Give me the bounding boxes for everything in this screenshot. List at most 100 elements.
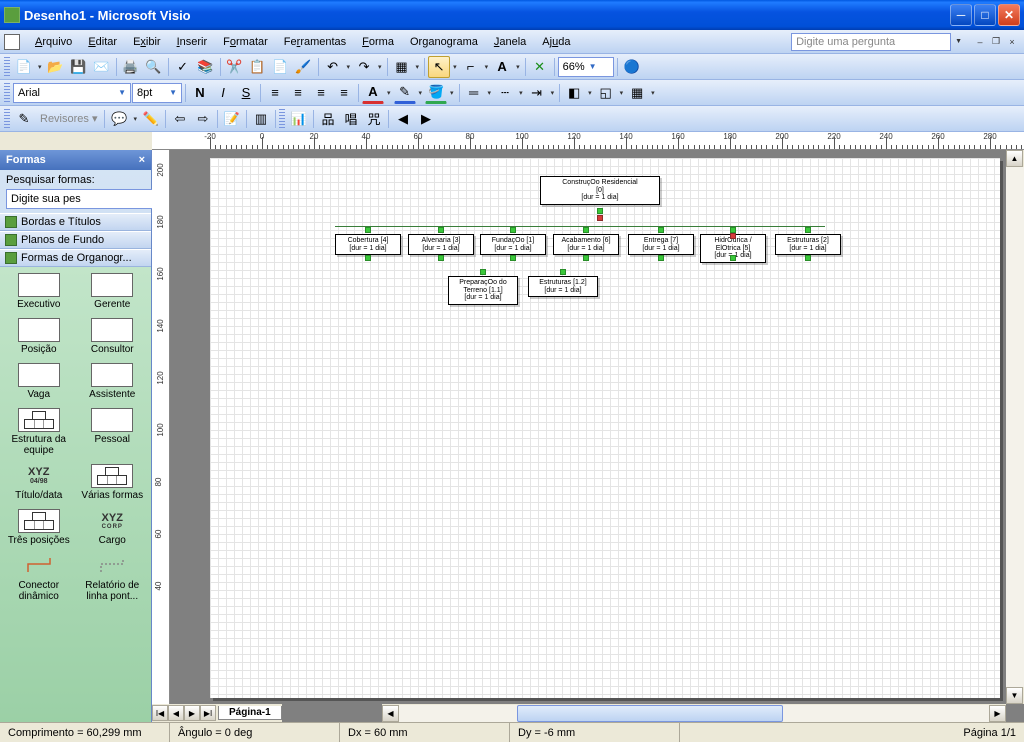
connection-handle[interactable] [583,255,589,261]
mdi-minimize-button[interactable]: – [972,35,988,49]
format-painter-button[interactable]: 🖌️ [293,56,315,78]
shape-master-vaga[interactable]: Vaga [4,363,74,400]
reviewing-pane-button[interactable]: ▥ [250,108,272,130]
line-ends-button[interactable]: ⇥ [526,82,548,104]
toolbar-grip[interactable] [4,57,10,77]
minimize-button[interactable]: ─ [950,4,972,26]
shape-master-consultor[interactable]: Consultor [78,318,148,355]
org-sidebyside-button[interactable]: 咒 [363,108,385,130]
org-shape[interactable]: Estruturas [1.2][dur = 1 dia] [528,276,598,297]
menu-arquivo[interactable]: Arquivo [28,33,79,51]
relayout-button[interactable]: 📊 [288,108,310,130]
stencil-organograma[interactable]: Formas de Organogr... [0,249,151,267]
spelling-button[interactable]: ✓ [172,56,194,78]
shape-master-conector-din-mico[interactable]: Conector dinâmico [4,554,74,602]
connection-handle[interactable] [365,227,371,233]
toolbar-grip[interactable] [4,83,10,103]
org-shape[interactable]: Cobertura [4][dur = 1 dia] [335,234,401,255]
page-tab-1[interactable]: Página-1 [218,706,282,720]
scroll-right-button[interactable]: ▶ [989,705,1006,722]
reviewers-dropdown[interactable]: Revisores ▾ [36,112,101,125]
connector-tool-button[interactable]: ⌐ [460,56,482,78]
align-left-button[interactable]: ≡ [264,82,286,104]
stencil-bordas[interactable]: Bordas e Títulos [0,213,151,231]
align-right-button[interactable]: ≡ [310,82,332,104]
shape-master-v-rias-formas[interactable]: Várias formas [78,464,148,501]
ink-tool-button[interactable]: ✏️ [140,108,162,130]
mdi-restore-button[interactable]: ❐ [988,35,1004,49]
menu-formatar[interactable]: Formatar [216,33,275,51]
new-comment-button[interactable]: 💬 [108,108,130,130]
connection-handle[interactable] [438,255,444,261]
paste-button[interactable]: 📄 [270,56,292,78]
copy-button[interactable]: 📋 [247,56,269,78]
align-justify-button[interactable]: ≡ [333,82,355,104]
next-page-button[interactable]: ▶ [184,705,200,721]
print-button[interactable]: 🖨️ [120,56,142,78]
shadow-button[interactable]: ◧ [563,82,585,104]
connection-handle[interactable] [730,227,736,233]
pointer-tool-button[interactable]: ↖ [428,56,450,78]
shape-master-pessoal[interactable]: Pessoal [78,408,148,456]
shape-master-cargo[interactable]: XYZCORPCargo [78,509,148,546]
email-button[interactable]: ✉️ [91,56,113,78]
new-button[interactable]: 📄 [13,56,35,78]
horizontal-scrollbar[interactable]: ◀ ▶ [382,704,1006,722]
scroll-up-button[interactable]: ▲ [1006,150,1023,167]
org-shape[interactable]: Estruturas [2][dur = 1 dia] [775,234,841,255]
shape-master-relat-rio-de-linha-pont-[interactable]: Relatório de linha pont... [78,554,148,602]
stencil-planos[interactable]: Planos de Fundo [0,231,151,249]
connection-handle[interactable] [510,255,516,261]
underline-button[interactable]: S [235,82,257,104]
transparency-button[interactable]: ▦ [626,82,648,104]
font-size-combo[interactable]: 8pt▼ [132,83,182,103]
menu-ajuda[interactable]: Ajuda [535,33,577,51]
print-preview-button[interactable]: 🔍 [143,56,165,78]
shape-master-gerente[interactable]: Gerente [78,273,148,310]
shape-master-t-tulo-data[interactable]: XYZ04/98Título/data [4,464,74,501]
track-markup-button[interactable]: 📝 [221,108,243,130]
connection-handle[interactable] [730,255,736,261]
shapes-window-button[interactable]: ▦ [391,56,413,78]
connection-handle[interactable] [510,227,516,233]
menu-forma[interactable]: Forma [355,33,401,51]
drawing-page[interactable]: ConstruçOo Residencial [0] [dur = 1 dia]… [210,158,1000,698]
connection-handle[interactable] [365,255,371,261]
close-button[interactable]: ✕ [998,4,1020,26]
move-left-button[interactable]: ◀ [392,108,414,130]
vertical-scrollbar[interactable]: ▲ ▼ [1006,150,1024,704]
menu-ferramentas[interactable]: Ferramentas [277,33,353,51]
research-button[interactable]: 📚 [195,56,217,78]
org-shape[interactable]: Entrega [7][dur = 1 dia] [628,234,694,255]
connection-handle[interactable] [480,269,486,275]
menu-organograma[interactable]: Organograma [403,33,485,51]
help-button[interactable]: 🔵 [621,56,643,78]
fill-color-button[interactable]: 🪣 [425,82,447,104]
corner-rounding-button[interactable]: ◱ [595,82,617,104]
last-page-button[interactable]: ▶I [200,705,216,721]
ask-a-question-input[interactable]: Digite uma pergunta [791,33,951,51]
org-horizontal-button[interactable]: 品 [317,108,339,130]
maximize-button[interactable]: □ [974,4,996,26]
shape-master-assistente[interactable]: Assistente [78,363,148,400]
save-button[interactable]: 💾 [68,56,90,78]
connection-handle[interactable] [597,215,603,221]
connection-point-button[interactable]: ✕ [529,56,551,78]
cut-button[interactable]: ✂️ [224,56,246,78]
line-color-button[interactable]: ✎ [394,82,416,104]
shape-master-posi-o[interactable]: Posição [4,318,74,355]
connection-handle[interactable] [730,233,736,239]
menu-inserir[interactable]: Inserir [170,33,215,51]
menu-exibir[interactable]: Exibir [126,33,168,51]
italic-button[interactable]: I [212,82,234,104]
open-button[interactable]: 📂 [45,56,67,78]
font-combo[interactable]: Arial▼ [13,83,131,103]
scroll-left-button[interactable]: ◀ [382,705,399,722]
connection-handle[interactable] [658,227,664,233]
org-shape[interactable]: FundaçOo [1][dur = 1 dia] [480,234,546,255]
connection-handle[interactable] [597,208,603,214]
connection-handle[interactable] [805,255,811,261]
shapes-panel-close-button[interactable]: × [139,154,145,166]
mdi-close-button[interactable]: × [1004,35,1020,49]
menu-janela[interactable]: Janela [487,33,533,51]
